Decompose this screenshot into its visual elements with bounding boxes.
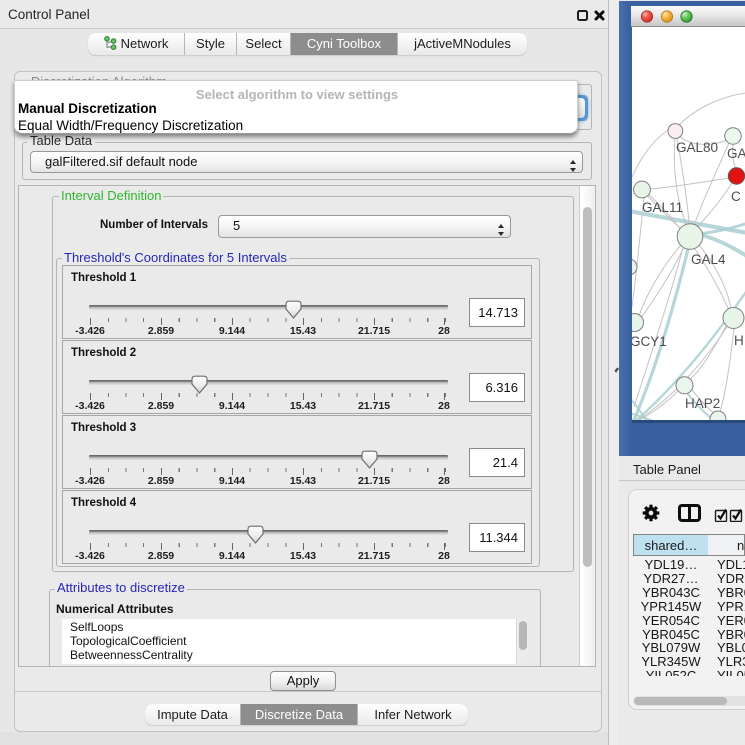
svg-text:H: H: [734, 333, 744, 348]
svg-text:GAL4: GAL4: [691, 252, 726, 267]
svg-text:GCY1: GCY1: [632, 334, 667, 349]
svg-text:GAL11: GAL11: [642, 200, 683, 215]
svg-text:HAP2: HAP2: [685, 396, 720, 411]
svg-text:C: C: [731, 189, 741, 204]
svg-text:GA: GA: [727, 146, 745, 161]
svg-text:GAL80: GAL80: [676, 140, 718, 155]
